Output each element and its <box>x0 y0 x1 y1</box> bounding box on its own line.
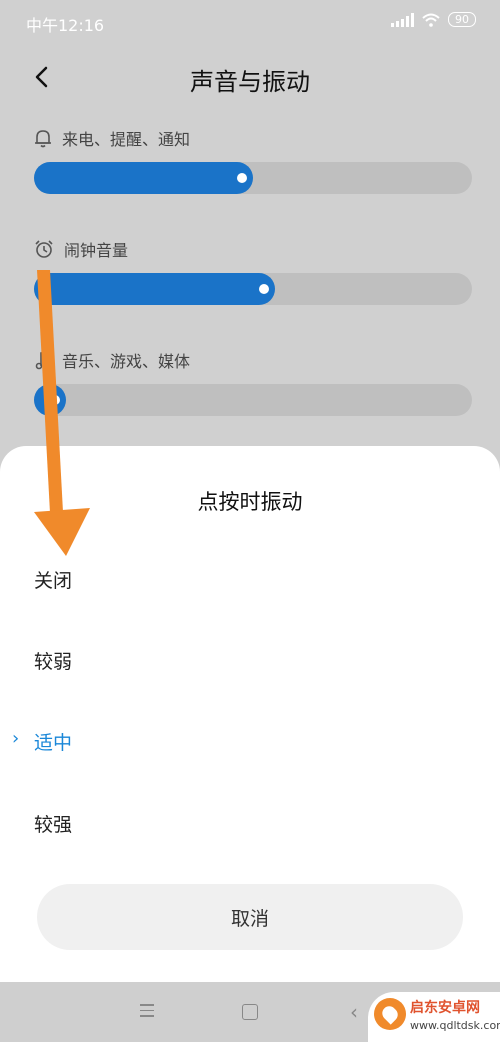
page-title: 声音与振动 <box>190 68 310 96</box>
volume-knob[interactable] <box>259 284 269 294</box>
bell-icon <box>35 130 51 148</box>
music-note-icon <box>35 350 50 370</box>
watermark: 启东安卓网 www.qdltdsk.com <box>368 992 500 1042</box>
volume-slider-ring[interactable] <box>34 162 472 194</box>
sheet-title: 点按时振动 <box>197 490 303 514</box>
alarm-clock-icon <box>35 240 53 258</box>
selected-chevron-icon: › <box>12 728 20 749</box>
wifi-icon <box>422 13 440 27</box>
status-bar: 中午12:16 90 <box>0 0 500 44</box>
status-time: 中午12:16 <box>26 16 105 35</box>
vibration-sheet: 点按时振动 关闭 较弱 › 适中 较强 取消 <box>0 446 500 982</box>
signal-icon <box>391 12 414 27</box>
volume-label-text: 来电、提醒、通知 <box>62 130 191 149</box>
menu-icon[interactable] <box>140 1004 154 1021</box>
volume-label-text: 闹钟音量 <box>64 241 129 260</box>
option-off[interactable]: 关闭 <box>34 566 72 593</box>
option-medium[interactable]: 适中 <box>34 728 72 755</box>
volume-fill <box>34 273 275 305</box>
option-weak[interactable]: 较弱 <box>34 647 72 674</box>
volume-label-text: 音乐、游戏、媒体 <box>62 352 191 371</box>
watermark-logo-icon <box>374 998 406 1030</box>
volume-slider-media[interactable] <box>34 384 472 416</box>
volume-label-alarm: 闹钟音量 <box>34 237 128 261</box>
status-icons: 90 <box>391 12 476 27</box>
option-strong[interactable]: 较强 <box>34 810 72 837</box>
home-icon[interactable] <box>242 1004 258 1020</box>
back-icon[interactable]: ‹ <box>350 1000 358 1024</box>
cancel-button[interactable]: 取消 <box>37 884 463 950</box>
battery-icon: 90 <box>448 12 476 27</box>
watermark-url: www.qdltdsk.com <box>410 1019 500 1032</box>
watermark-name: 启东安卓网 <box>410 1000 480 1016</box>
settings-page: 中午12:16 90 声音与振动 来电、提醒、通知 闹钟音量 音乐、游戏、媒体 … <box>0 0 500 1042</box>
volume-label-media: 音乐、游戏、媒体 <box>34 348 190 372</box>
volume-slider-alarm[interactable] <box>34 273 472 305</box>
volume-knob[interactable] <box>237 173 247 183</box>
volume-knob[interactable] <box>50 395 60 405</box>
volume-label-ring: 来电、提醒、通知 <box>34 126 190 150</box>
volume-fill <box>34 162 253 194</box>
